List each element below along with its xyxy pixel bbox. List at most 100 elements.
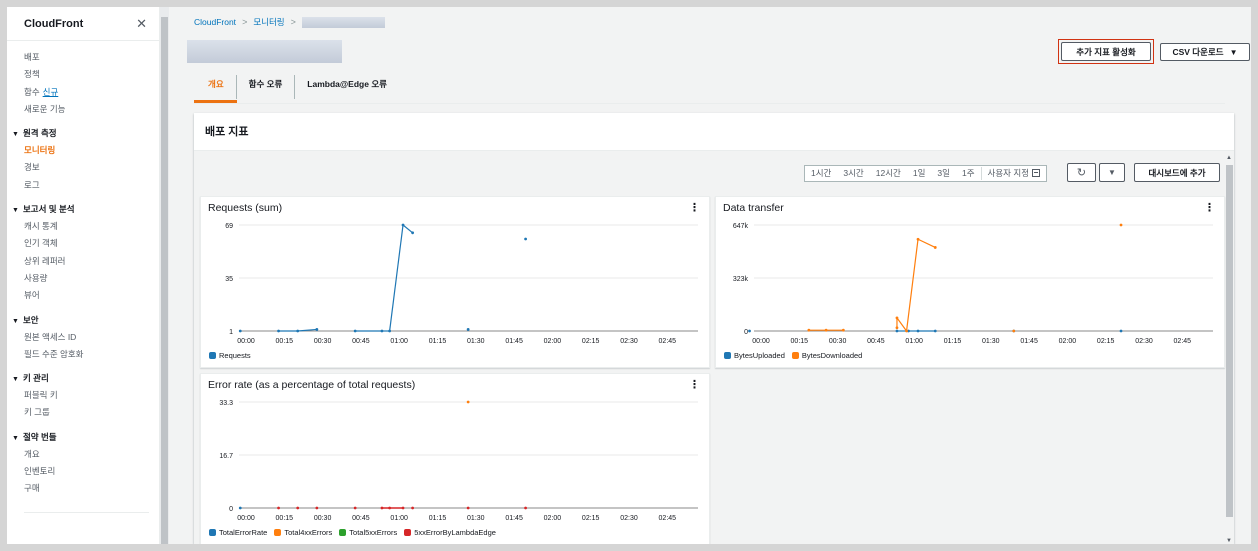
data-point [824, 328, 828, 332]
time-range-selector: 1시간 3시간 12시간 1일 3일 1주 사용자 지정 [804, 165, 1048, 182]
x-tick-label: 00:30 [314, 338, 332, 345]
chevron-right-icon: > [242, 17, 248, 27]
data-point [1012, 329, 1016, 333]
main-content: CloudFront > 모니터링 > 추가 지표 활성화 CSV 다운로드 ▼… [169, 7, 1251, 544]
range-1d[interactable]: 1일 [907, 166, 932, 181]
legend-item-bytes-downloaded[interactable]: BytesDownloaded [791, 351, 862, 360]
sidebar-header: CloudFront ✕ [7, 7, 159, 41]
panel-scrollbar[interactable]: ▲ ▼ [1225, 155, 1234, 544]
sidebar-item-field-encryption[interactable]: 필드 수준 암호화 [24, 346, 159, 363]
distribution-metrics-panel: 배포 지표 1시간 3시간 12시간 1일 3일 1주 사용자 지정 ↻ ▼ 대… [194, 113, 1234, 544]
sidebar-section-telemetry[interactable]: ▼ 원격 측정 [7, 124, 159, 142]
sidebar-item-viewers[interactable]: 뷰어 [24, 287, 159, 304]
enable-additional-metrics-button[interactable]: 추가 지표 활성화 [1061, 42, 1151, 61]
caret-down-icon: ▼ [12, 131, 19, 139]
section-title: 보고서 및 분석 [22, 204, 75, 215]
sidebar-item-overview[interactable]: 개요 [24, 446, 159, 463]
sidebar-section-key-management[interactable]: ▼ 키 관리 [7, 369, 159, 387]
sidebar-section-savings-bundle[interactable]: ▼ 절약 번들 [7, 428, 159, 446]
data-point [748, 329, 751, 333]
range-1h[interactable]: 1시간 [805, 166, 837, 181]
refresh-button[interactable]: ↻ [1067, 163, 1096, 182]
tab-function-errors[interactable]: 함수 오류 [237, 75, 296, 99]
tab-lambda-edge-errors[interactable]: Lambda@Edge 오류 [295, 75, 399, 99]
x-tick-label: 02:45 [659, 515, 677, 522]
refresh-options-button[interactable]: ▼ [1099, 163, 1125, 182]
chart-legend: Requests [209, 351, 251, 360]
sidebar-item-usage[interactable]: 사용량 [24, 270, 159, 287]
x-tick-label: 01:00 [390, 515, 408, 522]
legend-swatch [404, 529, 412, 536]
sidebar-item-whats-new[interactable]: 새로운 기능 [24, 101, 159, 118]
legend-item-5xx-lambda-edge[interactable]: 5xxErrorByLambdaEdge [404, 528, 496, 537]
range-custom[interactable]: 사용자 지정 [982, 166, 1046, 181]
data-point [524, 237, 527, 241]
sidebar-divider [24, 511, 149, 513]
sidebar-section-security[interactable]: ▼ 보안 [7, 311, 159, 329]
x-tick-label: 02:45 [659, 338, 677, 345]
data-point [277, 506, 280, 510]
scroll-up-icon[interactable]: ▲ [1226, 155, 1232, 161]
breadcrumb-redacted [301, 16, 385, 28]
legend-item-total-5xx-errors[interactable]: Total5xxErrors [339, 528, 397, 537]
x-tick-label: 00:30 [829, 338, 847, 345]
csv-download-button[interactable]: CSV 다운로드 ▼ [1160, 43, 1250, 61]
range-3h[interactable]: 3시간 [837, 166, 869, 181]
legend-item-requests[interactable]: Requests [209, 351, 251, 360]
tab-overview[interactable]: 개요 [194, 75, 237, 99]
sidebar-item-purchase[interactable]: 구매 [24, 480, 159, 497]
sidebar-section-reports[interactable]: ▼ 보고서 및 분석 [7, 200, 159, 218]
sidebar-item-policies[interactable]: 정책 [24, 66, 159, 83]
data-point [353, 329, 357, 333]
legend-item-total-error-rate[interactable]: TotalErrorRate [209, 528, 267, 537]
sidebar-item-key-groups[interactable]: 키 그룹 [24, 404, 159, 421]
data-point [388, 329, 392, 333]
sidebar-item-public-keys[interactable]: 퍼블릭 키 [24, 387, 159, 404]
sidebar-item-cache-stats[interactable]: 캐시 통계 [24, 218, 159, 235]
range-12h[interactable]: 12시간 [870, 166, 907, 181]
legend-swatch [209, 352, 216, 359]
data-point [466, 400, 470, 404]
sidebar-item-logs[interactable]: 로그 [24, 177, 159, 194]
sidebar-item-inventory[interactable]: 인벤토리 [24, 463, 159, 480]
y-tick-label: 35 [225, 276, 233, 283]
data-transfer-chart: 647k 323k 0 00:00 00:15 00:30 00:45 01:00 01:15 0… [733, 223, 1213, 345]
legend-item-total-4xx-errors[interactable]: Total4xxErrors [274, 528, 332, 537]
add-to-dashboard-button[interactable]: 대시보드에 추가 [1134, 163, 1220, 182]
legend-label: TotalErrorRate [219, 528, 268, 537]
sidebar-item-alarms[interactable]: 경보 [24, 159, 159, 176]
sidebar-item-popular-objects[interactable]: 인기 객체 [24, 235, 159, 252]
scrollbar-thumb[interactable] [1226, 165, 1233, 517]
sidebar-item-label: 함수 [24, 86, 40, 97]
range-3d[interactable]: 3일 [931, 166, 956, 181]
sidebar: CloudFront ✕ 배포 정책 함수 신규 새로운 기능 ▼ 원격 측정 모니… [7, 7, 160, 544]
data-point [411, 506, 415, 510]
legend-swatch [339, 529, 347, 536]
sidebar-item-monitoring[interactable]: 모니터링 [24, 142, 159, 159]
legend-swatch [209, 529, 216, 536]
sidebar-group-security: 원본 액세스 ID 필드 수준 암호화 [7, 329, 159, 364]
sidebar-item-distributions[interactable]: 배포 [24, 49, 159, 66]
data-point [388, 506, 392, 510]
sidebar-item-origin-access[interactable]: 원본 액세스 ID [24, 329, 159, 346]
x-tick-label: 01:45 [505, 338, 523, 345]
chevron-right-icon: > [290, 17, 296, 27]
x-tick-label: 00:00 [752, 338, 770, 345]
sidebar-item-functions[interactable]: 함수 신규 [24, 84, 159, 101]
caret-down-icon: ▼ [1229, 47, 1238, 57]
breadcrumb-cloudfront[interactable]: CloudFront [194, 17, 236, 27]
x-tick-label: 02:15 [1097, 338, 1115, 345]
data-point [933, 329, 937, 333]
legend-item-bytes-uploaded[interactable]: BytesUploaded [724, 351, 785, 360]
y-tick-label: 33.3 [219, 400, 233, 407]
scroll-down-icon[interactable]: ▼ [1226, 538, 1232, 544]
legend-label: BytesUploaded [734, 351, 785, 360]
sidebar-item-top-referrers[interactable]: 상위 레퍼러 [24, 253, 159, 270]
x-tick-label: 02:00 [544, 515, 562, 522]
breadcrumb-monitoring[interactable]: 모니터링 [253, 16, 284, 28]
scrollbar-thumb[interactable] [161, 17, 168, 544]
close-icon[interactable]: ✕ [136, 16, 147, 32]
range-1w[interactable]: 1주 [956, 166, 981, 181]
data-point [238, 329, 242, 333]
sidebar-scrollbar[interactable] [160, 7, 169, 544]
